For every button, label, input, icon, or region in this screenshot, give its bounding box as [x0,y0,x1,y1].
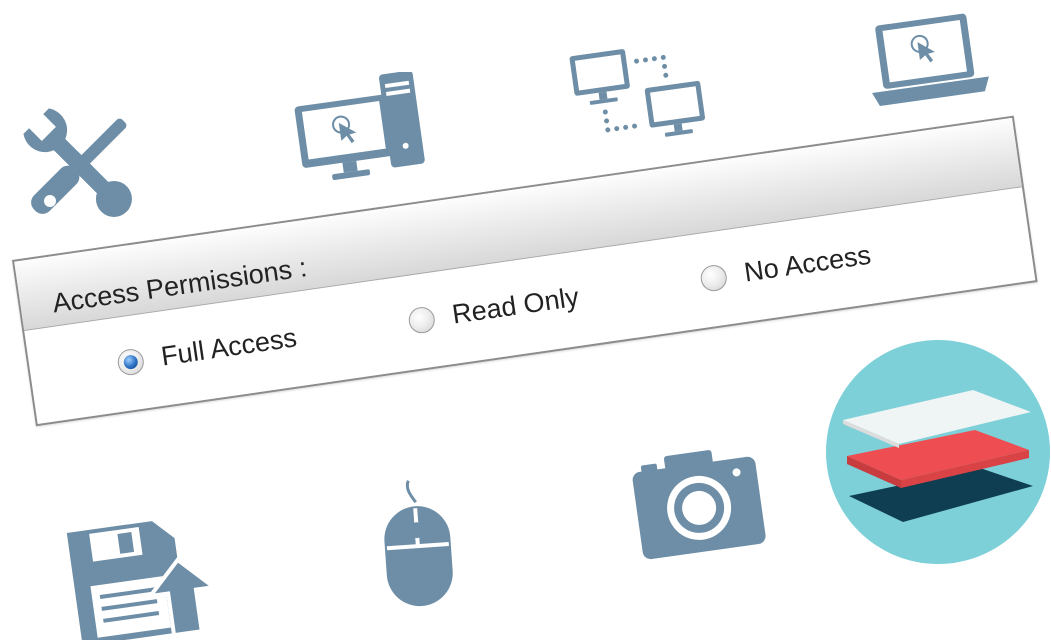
network-icon [565,35,715,150]
radio-selected-dot [122,353,139,370]
camera-icon [628,438,768,563]
tools-icon [10,95,150,235]
full-access-label: Full Access [159,322,299,372]
full-access-radio[interactable] [115,346,146,377]
option-read-only[interactable]: Read Only [406,281,581,337]
read-only-label: Read Only [450,281,581,330]
option-no-access[interactable]: No Access [698,239,873,295]
layers-icon [825,338,1051,566]
desktop-computer-icon [290,72,430,187]
no-access-label: No Access [742,239,873,288]
no-access-radio[interactable] [698,262,729,293]
read-only-radio[interactable] [406,304,437,335]
mouse-icon [375,478,465,613]
panel-title: Access Permissions : [50,252,309,319]
option-full-access[interactable]: Full Access [115,322,299,378]
laptop-icon [860,5,995,115]
floppy-upload-icon [60,510,210,640]
